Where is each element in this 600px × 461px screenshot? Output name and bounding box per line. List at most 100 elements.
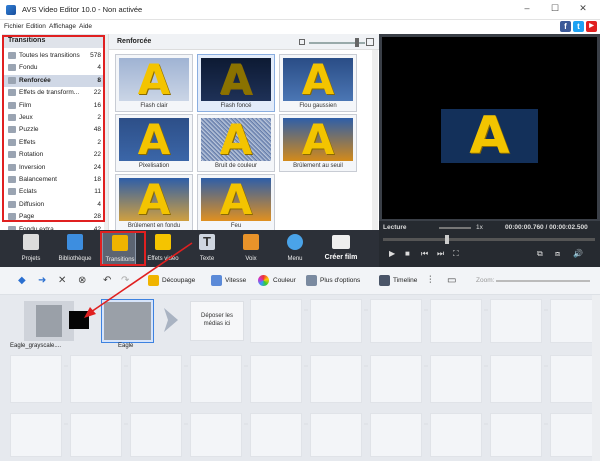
folder-icon	[8, 151, 16, 159]
transition-letter: A	[219, 178, 253, 221]
category-label: Diffusion	[19, 200, 45, 208]
stop-icon[interactable]: ■	[405, 249, 410, 258]
category-label: Renforcée	[19, 76, 51, 84]
vitesse-button[interactable]: Vitesse	[225, 277, 246, 284]
clapper-icon	[23, 234, 39, 250]
fullscreen-icon[interactable]: ⛶	[453, 249, 459, 259]
audio-mixer-icon[interactable]: ⫶	[429, 275, 432, 286]
slot-spacer	[544, 309, 548, 311]
large-thumbs-icon[interactable]	[366, 38, 374, 46]
transition-preview-image: A	[201, 58, 271, 101]
volume-icon[interactable]: 🔊	[573, 249, 583, 258]
slot-spacer	[424, 309, 428, 311]
transition-thumb[interactable]: A Bruit de couleur	[197, 114, 275, 172]
category-label: Jeux	[19, 114, 33, 121]
transition-caption: Flou gaussien	[299, 103, 337, 109]
category-item[interactable]: Film 16	[2, 100, 105, 112]
plus-options-button[interactable]: Plus d'options	[320, 277, 360, 284]
transition-thumb[interactable]: A Flou gaussien	[279, 54, 357, 112]
empty-slot	[250, 299, 302, 343]
more-options-icon[interactable]	[306, 275, 317, 286]
speed-icon[interactable]	[211, 275, 222, 286]
category-item[interactable]: Eclats 11	[2, 186, 105, 198]
timeline-icon[interactable]	[379, 275, 390, 286]
zoom-label: Zoom:	[476, 277, 495, 284]
category-count: 24	[93, 163, 101, 171]
minimize-icon[interactable]: –	[517, 3, 537, 13]
category-label: Rotation	[19, 151, 44, 159]
play-icon[interactable]: ▶	[389, 249, 395, 258]
speed-slider[interactable]	[439, 227, 471, 229]
transitions-gallery: Renforcée A Flash clair A Flash foncé A Flou …	[108, 34, 379, 232]
prev-frame-icon[interactable]: ⏮	[421, 249, 428, 259]
create-film-label: Créer film	[324, 254, 358, 261]
create-film-button[interactable]: Créer film	[315, 233, 367, 263]
facebook-icon[interactable]: f	[560, 21, 571, 32]
gallery-scrollbar[interactable]	[372, 50, 378, 230]
transition-caption: Feu	[230, 223, 242, 229]
menu-fichier[interactable]: Fichier	[4, 23, 24, 30]
detach-icon[interactable]: ⧈	[555, 249, 560, 259]
twitter-icon[interactable]: t	[573, 21, 584, 32]
move-left-icon[interactable]: ◆	[18, 275, 26, 286]
transition-caption: Flash foncé	[220, 103, 252, 109]
slot-spacer	[484, 423, 488, 425]
clip-eagle-grayscale[interactable]	[24, 301, 74, 341]
transition-thumb[interactable]: A Flash clair	[115, 54, 193, 112]
category-item[interactable]: Effets de transform... 22	[2, 87, 105, 99]
empty-slot	[130, 413, 182, 457]
folder-icon	[8, 89, 16, 97]
category-item[interactable]: Toutes les transitions 578	[2, 50, 105, 62]
transition-thumb[interactable]: A Flash foncé	[197, 54, 275, 112]
folder-icon	[8, 76, 16, 84]
menu-aide[interactable]: Aide	[79, 23, 92, 30]
transition-letter: A	[137, 178, 171, 221]
category-item[interactable]: Effets 2	[2, 137, 105, 149]
category-item[interactable]: Inversion 24	[2, 162, 105, 174]
category-item[interactable]: Jeux 2	[2, 112, 105, 124]
category-item[interactable]: Diffusion 4	[2, 199, 105, 211]
menu-affichage[interactable]: Affichage	[49, 23, 76, 30]
folder-icon	[8, 126, 16, 134]
monitor-icon[interactable]: ▭	[447, 275, 456, 286]
category-item[interactable]: Renforcée 8	[2, 74, 105, 87]
transition-thumb[interactable]: A Pixelisation	[115, 114, 193, 172]
menu-edition[interactable]: Edition	[26, 23, 46, 30]
transition-preview-image: A	[201, 178, 271, 221]
small-thumbs-icon[interactable]	[299, 39, 305, 45]
color-wheel-icon[interactable]	[258, 275, 269, 286]
empty-slot	[250, 355, 302, 403]
tool-menu[interactable]: Menu	[278, 232, 312, 266]
category-item[interactable]: Balancement 18	[2, 174, 105, 186]
close-icon[interactable]: ✕	[573, 3, 593, 14]
category-item[interactable]: Fondu 4	[2, 62, 105, 74]
seek-handle[interactable]	[445, 235, 450, 244]
preview-screen[interactable]: A	[382, 37, 597, 219]
thumb-size-handle[interactable]	[355, 38, 359, 47]
category-item[interactable]: Puzzle 48	[2, 124, 105, 136]
seek-bar[interactable]	[383, 235, 595, 244]
maximize-icon[interactable]: ☐	[545, 3, 565, 14]
snapshot-icon[interactable]: ⧉	[537, 249, 543, 259]
delete-icon[interactable]: ✕	[58, 275, 66, 286]
timeline-scrollbar[interactable]	[592, 295, 600, 461]
slot-spacer	[124, 365, 128, 367]
category-item[interactable]: Rotation 22	[2, 149, 105, 161]
next-frame-icon[interactable]: ⏭	[437, 249, 444, 259]
timeline-button[interactable]: Timeline	[393, 277, 417, 284]
category-item[interactable]: Page 28	[2, 211, 105, 223]
empty-slot	[310, 299, 362, 343]
transition-preview-image: A	[119, 58, 189, 101]
tool-projets[interactable]: Projets	[14, 232, 48, 266]
youtube-icon[interactable]: ▶	[586, 21, 597, 32]
move-right-icon[interactable]: ➜	[38, 275, 46, 286]
tool-voix[interactable]: Voix	[234, 232, 268, 266]
clip2-caption: Eagle	[118, 343, 134, 349]
zoom-slider[interactable]	[496, 280, 590, 282]
eagle-grayscale-thumb	[36, 305, 62, 337]
empty-slot	[190, 355, 242, 403]
transition-thumb[interactable]: A Brûlement en fondu	[115, 174, 193, 232]
transition-thumb[interactable]: A Brûlement au seuil	[279, 114, 357, 172]
transition-thumb[interactable]: A Feu	[197, 174, 275, 232]
couleur-button[interactable]: Couleur	[273, 277, 296, 284]
